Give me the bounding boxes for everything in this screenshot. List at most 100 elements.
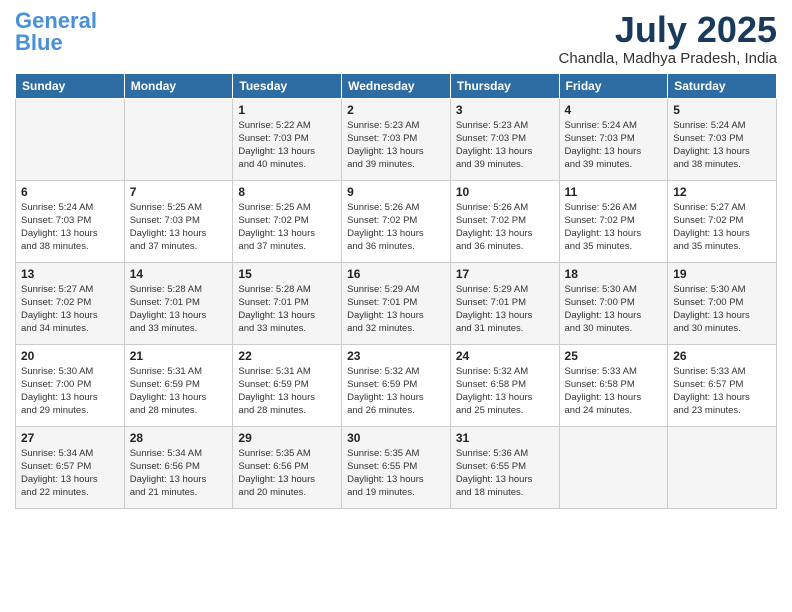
day-number: 26 bbox=[673, 349, 771, 363]
day-number: 19 bbox=[673, 267, 771, 281]
calendar-week-row: 6 Sunrise: 5:24 AM Sunset: 7:03 PM Daylig… bbox=[16, 180, 777, 262]
location: Chandla, Madhya Pradesh, India bbox=[559, 50, 777, 67]
calendar-cell: 18Sunrise: 5:30 AM Sunset: 7:00 PM Dayli… bbox=[559, 262, 668, 344]
cell-content: Sunrise: 5:24 AM Sunset: 7:03 PM Dayligh… bbox=[21, 201, 119, 254]
day-header: Friday bbox=[559, 73, 668, 98]
cell-content: Sunrise: 5:31 AM Sunset: 6:59 PM Dayligh… bbox=[238, 365, 336, 418]
day-number: 23 bbox=[347, 349, 445, 363]
month-year: July 2025 bbox=[559, 10, 777, 50]
cell-content: Sunrise: 5:30 AM Sunset: 7:00 PM Dayligh… bbox=[21, 365, 119, 418]
day-number: 31 bbox=[456, 431, 554, 445]
day-number: 25 bbox=[565, 349, 663, 363]
day-number: 27 bbox=[21, 431, 119, 445]
day-number: 21 bbox=[130, 349, 228, 363]
calendar-cell: 12 Sunrise: 5:27 AM Sunset: 7:02 PM Dayli… bbox=[668, 180, 777, 262]
calendar-cell: 23 Sunrise: 5:32 AM Sunset: 6:59 PM Dayli… bbox=[342, 344, 451, 426]
cell-content: Sunrise: 5:27 AM Sunset: 7:02 PM Dayligh… bbox=[21, 283, 119, 336]
calendar-table: SundayMondayTuesdayWednesdayThursdayFrid… bbox=[15, 73, 777, 509]
cell-content: Sunrise: 5:29 AM Sunset: 7:01 PM Dayligh… bbox=[456, 283, 554, 336]
calendar-cell: 26Sunrise: 5:33 AM Sunset: 6:57 PM Dayli… bbox=[668, 344, 777, 426]
calendar-week-row: 27 Sunrise: 5:34 AM Sunset: 6:57 PM Dayli… bbox=[16, 426, 777, 508]
title-block: July 2025 Chandla, Madhya Pradesh, India bbox=[559, 10, 777, 67]
day-number: 22 bbox=[238, 349, 336, 363]
day-header: Sunday bbox=[16, 73, 125, 98]
day-header: Wednesday bbox=[342, 73, 451, 98]
calendar-cell: 22 Sunrise: 5:31 AM Sunset: 6:59 PM Dayli… bbox=[233, 344, 342, 426]
calendar-cell: 17 Sunrise: 5:29 AM Sunset: 7:01 PM Dayli… bbox=[450, 262, 559, 344]
cell-content: Sunrise: 5:28 AM Sunset: 7:01 PM Dayligh… bbox=[130, 283, 228, 336]
calendar-week-row: 1 Sunrise: 5:22 AM Sunset: 7:03 PM Daylig… bbox=[16, 98, 777, 180]
calendar-cell: 27 Sunrise: 5:34 AM Sunset: 6:57 PM Dayli… bbox=[16, 426, 125, 508]
calendar-cell: 14 Sunrise: 5:28 AM Sunset: 7:01 PM Dayli… bbox=[124, 262, 233, 344]
cell-content: Sunrise: 5:22 AM Sunset: 7:03 PM Dayligh… bbox=[238, 119, 336, 172]
calendar-cell: 4 Sunrise: 5:24 AM Sunset: 7:03 PM Daylig… bbox=[559, 98, 668, 180]
day-number: 13 bbox=[21, 267, 119, 281]
day-number: 4 bbox=[565, 103, 663, 117]
day-number: 28 bbox=[130, 431, 228, 445]
cell-content: Sunrise: 5:23 AM Sunset: 7:03 PM Dayligh… bbox=[456, 119, 554, 172]
day-number: 16 bbox=[347, 267, 445, 281]
day-number: 5 bbox=[673, 103, 771, 117]
cell-content: Sunrise: 5:27 AM Sunset: 7:02 PM Dayligh… bbox=[673, 201, 771, 254]
day-number: 10 bbox=[456, 185, 554, 199]
header: General Blue July 2025 Chandla, Madhya P… bbox=[15, 10, 777, 67]
cell-content: Sunrise: 5:25 AM Sunset: 7:03 PM Dayligh… bbox=[130, 201, 228, 254]
calendar-cell: 15Sunrise: 5:28 AM Sunset: 7:01 PM Dayli… bbox=[233, 262, 342, 344]
calendar-cell: 21 Sunrise: 5:31 AM Sunset: 6:59 PM Dayli… bbox=[124, 344, 233, 426]
calendar-page: General Blue July 2025 Chandla, Madhya P… bbox=[0, 0, 792, 612]
calendar-cell bbox=[668, 426, 777, 508]
cell-content: Sunrise: 5:35 AM Sunset: 6:56 PM Dayligh… bbox=[238, 447, 336, 500]
calendar-cell: 2Sunrise: 5:23 AM Sunset: 7:03 PM Daylig… bbox=[342, 98, 451, 180]
calendar-cell: 7 Sunrise: 5:25 AM Sunset: 7:03 PM Daylig… bbox=[124, 180, 233, 262]
calendar-cell: 28 Sunrise: 5:34 AM Sunset: 6:56 PM Dayli… bbox=[124, 426, 233, 508]
calendar-cell: 10 Sunrise: 5:26 AM Sunset: 7:02 PM Dayli… bbox=[450, 180, 559, 262]
cell-content: Sunrise: 5:30 AM Sunset: 7:00 PM Dayligh… bbox=[565, 283, 663, 336]
day-number: 20 bbox=[21, 349, 119, 363]
day-number: 30 bbox=[347, 431, 445, 445]
calendar-cell bbox=[16, 98, 125, 180]
calendar-cell: 5Sunrise: 5:24 AM Sunset: 7:03 PM Daylig… bbox=[668, 98, 777, 180]
cell-content: Sunrise: 5:34 AM Sunset: 6:57 PM Dayligh… bbox=[21, 447, 119, 500]
cell-content: Sunrise: 5:24 AM Sunset: 7:03 PM Dayligh… bbox=[565, 119, 663, 172]
day-number: 12 bbox=[673, 185, 771, 199]
day-number: 9 bbox=[347, 185, 445, 199]
day-number: 17 bbox=[456, 267, 554, 281]
calendar-cell: 9 Sunrise: 5:26 AM Sunset: 7:02 PM Daylig… bbox=[342, 180, 451, 262]
cell-content: Sunrise: 5:34 AM Sunset: 6:56 PM Dayligh… bbox=[130, 447, 228, 500]
calendar-cell: 24 Sunrise: 5:32 AM Sunset: 6:58 PM Dayli… bbox=[450, 344, 559, 426]
cell-content: Sunrise: 5:32 AM Sunset: 6:58 PM Dayligh… bbox=[456, 365, 554, 418]
cell-content: Sunrise: 5:28 AM Sunset: 7:01 PM Dayligh… bbox=[238, 283, 336, 336]
day-number: 6 bbox=[21, 185, 119, 199]
calendar-week-row: 20 Sunrise: 5:30 AM Sunset: 7:00 PM Dayli… bbox=[16, 344, 777, 426]
calendar-cell: 8Sunrise: 5:25 AM Sunset: 7:02 PM Daylig… bbox=[233, 180, 342, 262]
calendar-cell bbox=[124, 98, 233, 180]
day-number: 8 bbox=[238, 185, 336, 199]
calendar-week-row: 13 Sunrise: 5:27 AM Sunset: 7:02 PM Dayli… bbox=[16, 262, 777, 344]
cell-content: Sunrise: 5:36 AM Sunset: 6:55 PM Dayligh… bbox=[456, 447, 554, 500]
cell-content: Sunrise: 5:29 AM Sunset: 7:01 PM Dayligh… bbox=[347, 283, 445, 336]
logo-blue: Blue bbox=[15, 30, 63, 55]
cell-content: Sunrise: 5:35 AM Sunset: 6:55 PM Dayligh… bbox=[347, 447, 445, 500]
calendar-cell: 3Sunrise: 5:23 AM Sunset: 7:03 PM Daylig… bbox=[450, 98, 559, 180]
calendar-cell: 25 Sunrise: 5:33 AM Sunset: 6:58 PM Dayli… bbox=[559, 344, 668, 426]
cell-content: Sunrise: 5:33 AM Sunset: 6:58 PM Dayligh… bbox=[565, 365, 663, 418]
calendar-cell: 31 Sunrise: 5:36 AM Sunset: 6:55 PM Dayli… bbox=[450, 426, 559, 508]
day-header: Monday bbox=[124, 73, 233, 98]
day-number: 2 bbox=[347, 103, 445, 117]
logo-text: General Blue bbox=[15, 10, 97, 54]
cell-content: Sunrise: 5:26 AM Sunset: 7:02 PM Dayligh… bbox=[456, 201, 554, 254]
calendar-cell: 11Sunrise: 5:26 AM Sunset: 7:02 PM Dayli… bbox=[559, 180, 668, 262]
calendar-cell: 29Sunrise: 5:35 AM Sunset: 6:56 PM Dayli… bbox=[233, 426, 342, 508]
day-number: 24 bbox=[456, 349, 554, 363]
cell-content: Sunrise: 5:31 AM Sunset: 6:59 PM Dayligh… bbox=[130, 365, 228, 418]
day-header: Saturday bbox=[668, 73, 777, 98]
day-number: 1 bbox=[238, 103, 336, 117]
calendar-cell bbox=[559, 426, 668, 508]
calendar-cell: 16 Sunrise: 5:29 AM Sunset: 7:01 PM Dayli… bbox=[342, 262, 451, 344]
calendar-cell: 6 Sunrise: 5:24 AM Sunset: 7:03 PM Daylig… bbox=[16, 180, 125, 262]
cell-content: Sunrise: 5:26 AM Sunset: 7:02 PM Dayligh… bbox=[347, 201, 445, 254]
day-number: 14 bbox=[130, 267, 228, 281]
calendar-header-row: SundayMondayTuesdayWednesdayThursdayFrid… bbox=[16, 73, 777, 98]
day-number: 7 bbox=[130, 185, 228, 199]
cell-content: Sunrise: 5:32 AM Sunset: 6:59 PM Dayligh… bbox=[347, 365, 445, 418]
